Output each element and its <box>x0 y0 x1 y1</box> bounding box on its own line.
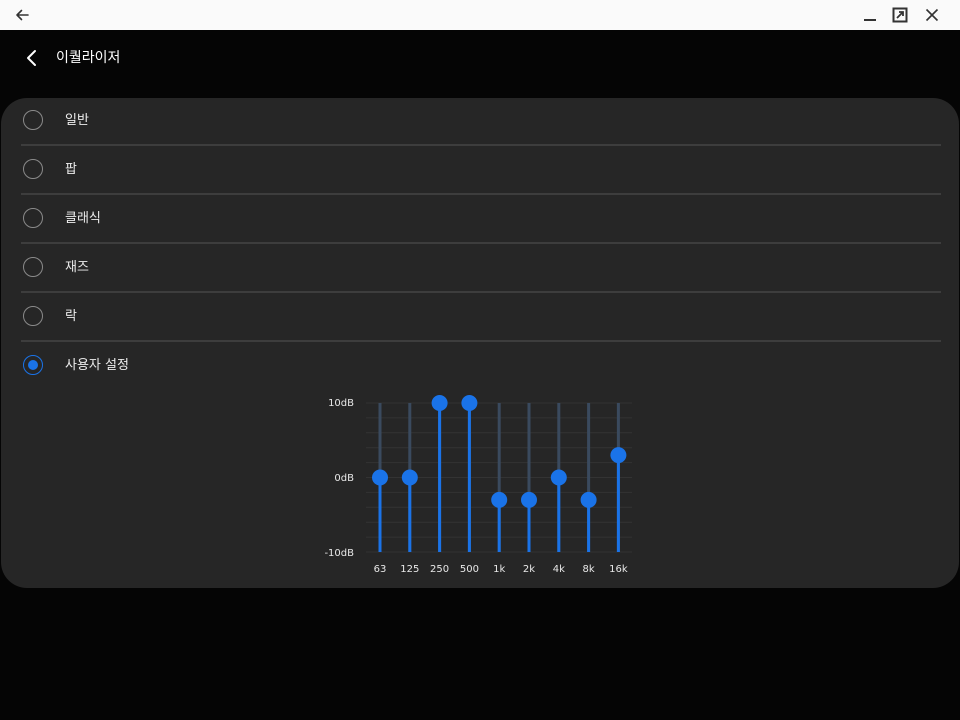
band-slider-handle-125[interactable] <box>401 469 418 486</box>
band-slider-handle-8k[interactable] <box>580 491 597 508</box>
equalizer-graph <box>366 395 632 553</box>
band-label-2k: 2k <box>522 564 536 575</box>
band-slider-handle-500[interactable] <box>461 395 478 411</box>
band-label-500: 500 <box>459 564 479 575</box>
band-label-250: 250 <box>430 564 450 575</box>
band-slider-handle-1k[interactable] <box>491 491 508 508</box>
band-slider-handle-250[interactable] <box>431 395 448 411</box>
band-slider-handle-4k[interactable] <box>550 469 567 486</box>
band-label-125: 125 <box>400 564 420 575</box>
band-slider-handle-63[interactable] <box>372 469 388 486</box>
band-label-16k: 16k <box>609 564 628 575</box>
band-label-4k: 4k <box>552 564 565 575</box>
band-slider-handle-16k[interactable] <box>610 447 627 464</box>
band-label-63: 63 <box>373 564 387 575</box>
band-label-8k: 8k <box>582 564 595 575</box>
band-label-1k: 1k <box>493 564 506 575</box>
band-slider-handle-2k[interactable] <box>521 491 537 508</box>
